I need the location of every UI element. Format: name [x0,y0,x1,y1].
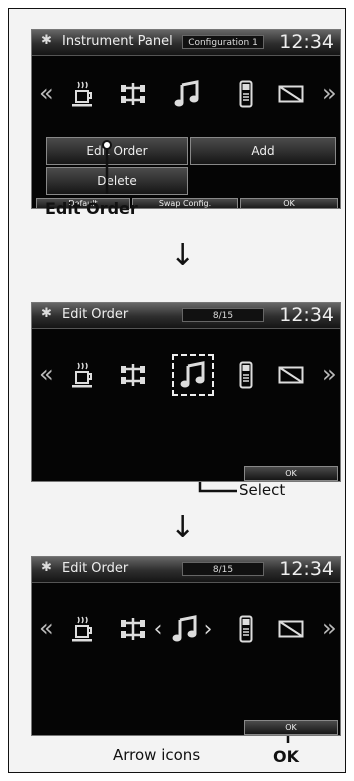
music-note-icon-selected[interactable] [172,354,214,396]
instrument-panel-screen: ✱ Instrument Panel Configuration 1 12:34… [31,29,341,209]
phone-icon[interactable] [236,613,256,645]
edit-order-callout: Edit Order [45,199,138,218]
icon-row: « ‹ › » [32,605,340,653]
header-bar: ✱ Edit Order 8/15 12:34 [32,557,340,583]
icon-row: « » [32,351,340,399]
header-bar: ✱ Edit Order 8/15 12:34 [32,303,340,329]
coffee-cup-icon[interactable] [68,359,96,391]
select-callout: Select [239,481,286,499]
drivetrain-icon[interactable] [118,613,148,645]
ok-button[interactable]: OK [244,466,338,481]
move-right-arrow-icon[interactable]: › [202,613,214,645]
swap-config-button[interactable]: Swap Config. [132,198,238,208]
blank-screen-icon[interactable] [276,359,306,391]
delete-button[interactable]: Delete [46,167,188,195]
gear-icon[interactable]: ✱ [41,306,52,321]
page-indicator: 8/15 [182,562,264,576]
chevron-right-icon[interactable]: » [322,358,337,390]
drivetrain-icon[interactable] [118,359,148,391]
drivetrain-icon[interactable] [118,78,148,110]
clock: 12:34 [279,304,334,326]
header-bar: ✱ Instrument Panel Configuration 1 12:34 [32,30,340,56]
screen-title: Edit Order [62,307,129,322]
screen-title: Edit Order [62,561,129,576]
blank-screen-icon[interactable] [276,613,306,645]
edit-order-screen: ✱ Edit Order 8/15 12:34 « » OK [31,302,341,482]
coffee-cup-icon[interactable] [68,613,96,645]
gear-icon[interactable]: ✱ [41,560,52,575]
ok-button[interactable]: OK [240,198,338,208]
down-arrow-icon: ↓ [170,238,196,273]
icon-row: « » [32,70,340,118]
add-button[interactable]: Add [190,137,336,165]
manual-illustration: ✱ Instrument Panel Configuration 1 12:34… [8,8,346,773]
chevron-left-icon[interactable]: « [39,612,54,644]
phone-icon[interactable] [236,359,256,391]
gear-icon[interactable]: ✱ [41,33,52,48]
coffee-cup-icon[interactable] [68,78,96,110]
arrow-icons-callout: Arrow icons [113,746,201,764]
chevron-right-icon[interactable]: » [322,612,337,644]
edit-order-button[interactable]: Edit Order [46,137,188,165]
ok-button[interactable]: OK [244,720,338,735]
page-indicator: 8/15 [182,308,264,322]
ok-callout: OK [273,747,299,766]
music-note-icon[interactable] [173,78,201,110]
chevron-right-icon[interactable]: » [322,77,337,109]
configuration-indicator: Configuration 1 [182,35,264,49]
clock: 12:34 [279,558,334,580]
edit-order-arrows-screen: ✱ Edit Order 8/15 12:34 « ‹ › » OK [31,556,341,736]
blank-screen-icon[interactable] [276,78,306,110]
phone-icon[interactable] [236,78,256,110]
music-note-icon[interactable] [171,613,199,645]
clock: 12:34 [279,31,334,53]
chevron-left-icon[interactable]: « [39,358,54,390]
down-arrow-icon: ↓ [170,510,196,545]
chevron-left-icon[interactable]: « [39,77,54,109]
move-left-arrow-icon[interactable]: ‹ [152,613,164,645]
screen-title: Instrument Panel [62,34,173,49]
